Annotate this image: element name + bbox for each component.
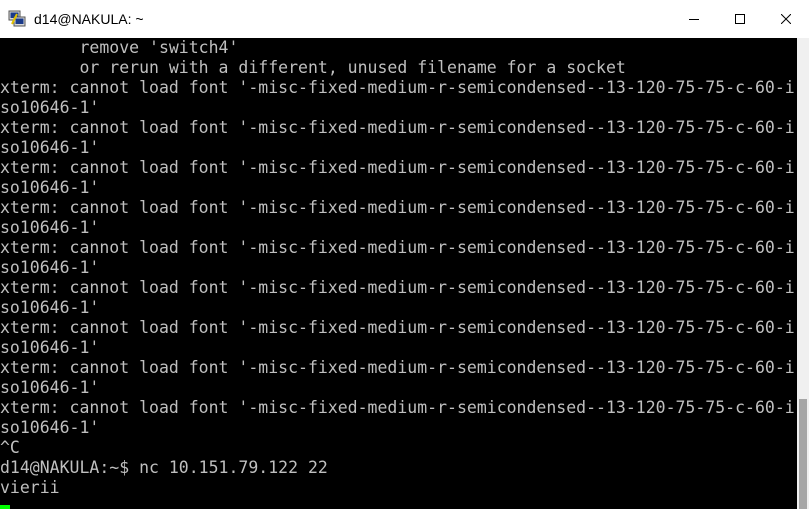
terminal-line: xterm: cannot load font '-misc-fixed-med… bbox=[0, 198, 795, 217]
maximize-icon bbox=[735, 14, 745, 24]
terminal-line: vierii bbox=[0, 478, 60, 497]
terminal-line: so10646-1' bbox=[0, 258, 100, 277]
window-controls bbox=[671, 0, 809, 38]
terminal-line: so10646-1' bbox=[0, 138, 100, 157]
terminal-line: xterm: cannot load font '-misc-fixed-med… bbox=[0, 358, 795, 377]
terminal-line: so10646-1' bbox=[0, 378, 100, 397]
maximize-button[interactable] bbox=[717, 0, 763, 38]
title-bar[interactable]: d14@NAKULA: ~ bbox=[0, 0, 809, 38]
minimize-button[interactable] bbox=[671, 0, 717, 38]
terminal-line: xterm: cannot load font '-misc-fixed-med… bbox=[0, 158, 795, 177]
putty-icon[interactable] bbox=[8, 10, 26, 28]
terminal-line: so10646-1' bbox=[0, 218, 100, 237]
terminal-line: or rerun with a different, unused filena… bbox=[0, 58, 626, 77]
terminal-line: so10646-1' bbox=[0, 418, 100, 437]
scrollbar-thumb[interactable] bbox=[799, 399, 807, 509]
terminal-line: ^C bbox=[0, 438, 20, 457]
terminal-line: so10646-1' bbox=[0, 98, 100, 117]
close-button[interactable] bbox=[763, 0, 809, 38]
close-icon bbox=[781, 14, 791, 24]
terminal-cursor bbox=[0, 505, 10, 509]
terminal-line: xterm: cannot load font '-misc-fixed-med… bbox=[0, 78, 795, 97]
terminal-output: remove 'switch4' or rerun with a differe… bbox=[0, 38, 797, 509]
terminal-line: d14@NAKULA:~$ nc 10.151.79.122 22 bbox=[0, 458, 328, 477]
terminal-line: so10646-1' bbox=[0, 178, 100, 197]
terminal-line: xterm: cannot load font '-misc-fixed-med… bbox=[0, 398, 795, 417]
terminal-line: xterm: cannot load font '-misc-fixed-med… bbox=[0, 118, 795, 137]
terminal-line: xterm: cannot load font '-misc-fixed-med… bbox=[0, 318, 795, 337]
terminal-line: xterm: cannot load font '-misc-fixed-med… bbox=[0, 278, 795, 297]
putty-window: d14@NAKULA: ~ remove 'switch4' or rerun … bbox=[0, 0, 809, 509]
terminal-line: so10646-1' bbox=[0, 298, 100, 317]
terminal-line: remove 'switch4' bbox=[0, 38, 239, 57]
minimize-icon bbox=[689, 14, 699, 24]
window-title: d14@NAKULA: ~ bbox=[34, 11, 144, 27]
terminal-area[interactable]: remove 'switch4' or rerun with a differe… bbox=[0, 38, 797, 509]
terminal-cursor-line bbox=[0, 498, 797, 509]
terminal-line: xterm: cannot load font '-misc-fixed-med… bbox=[0, 238, 795, 257]
terminal-line: so10646-1' bbox=[0, 338, 100, 357]
vertical-scrollbar[interactable] bbox=[797, 38, 809, 509]
